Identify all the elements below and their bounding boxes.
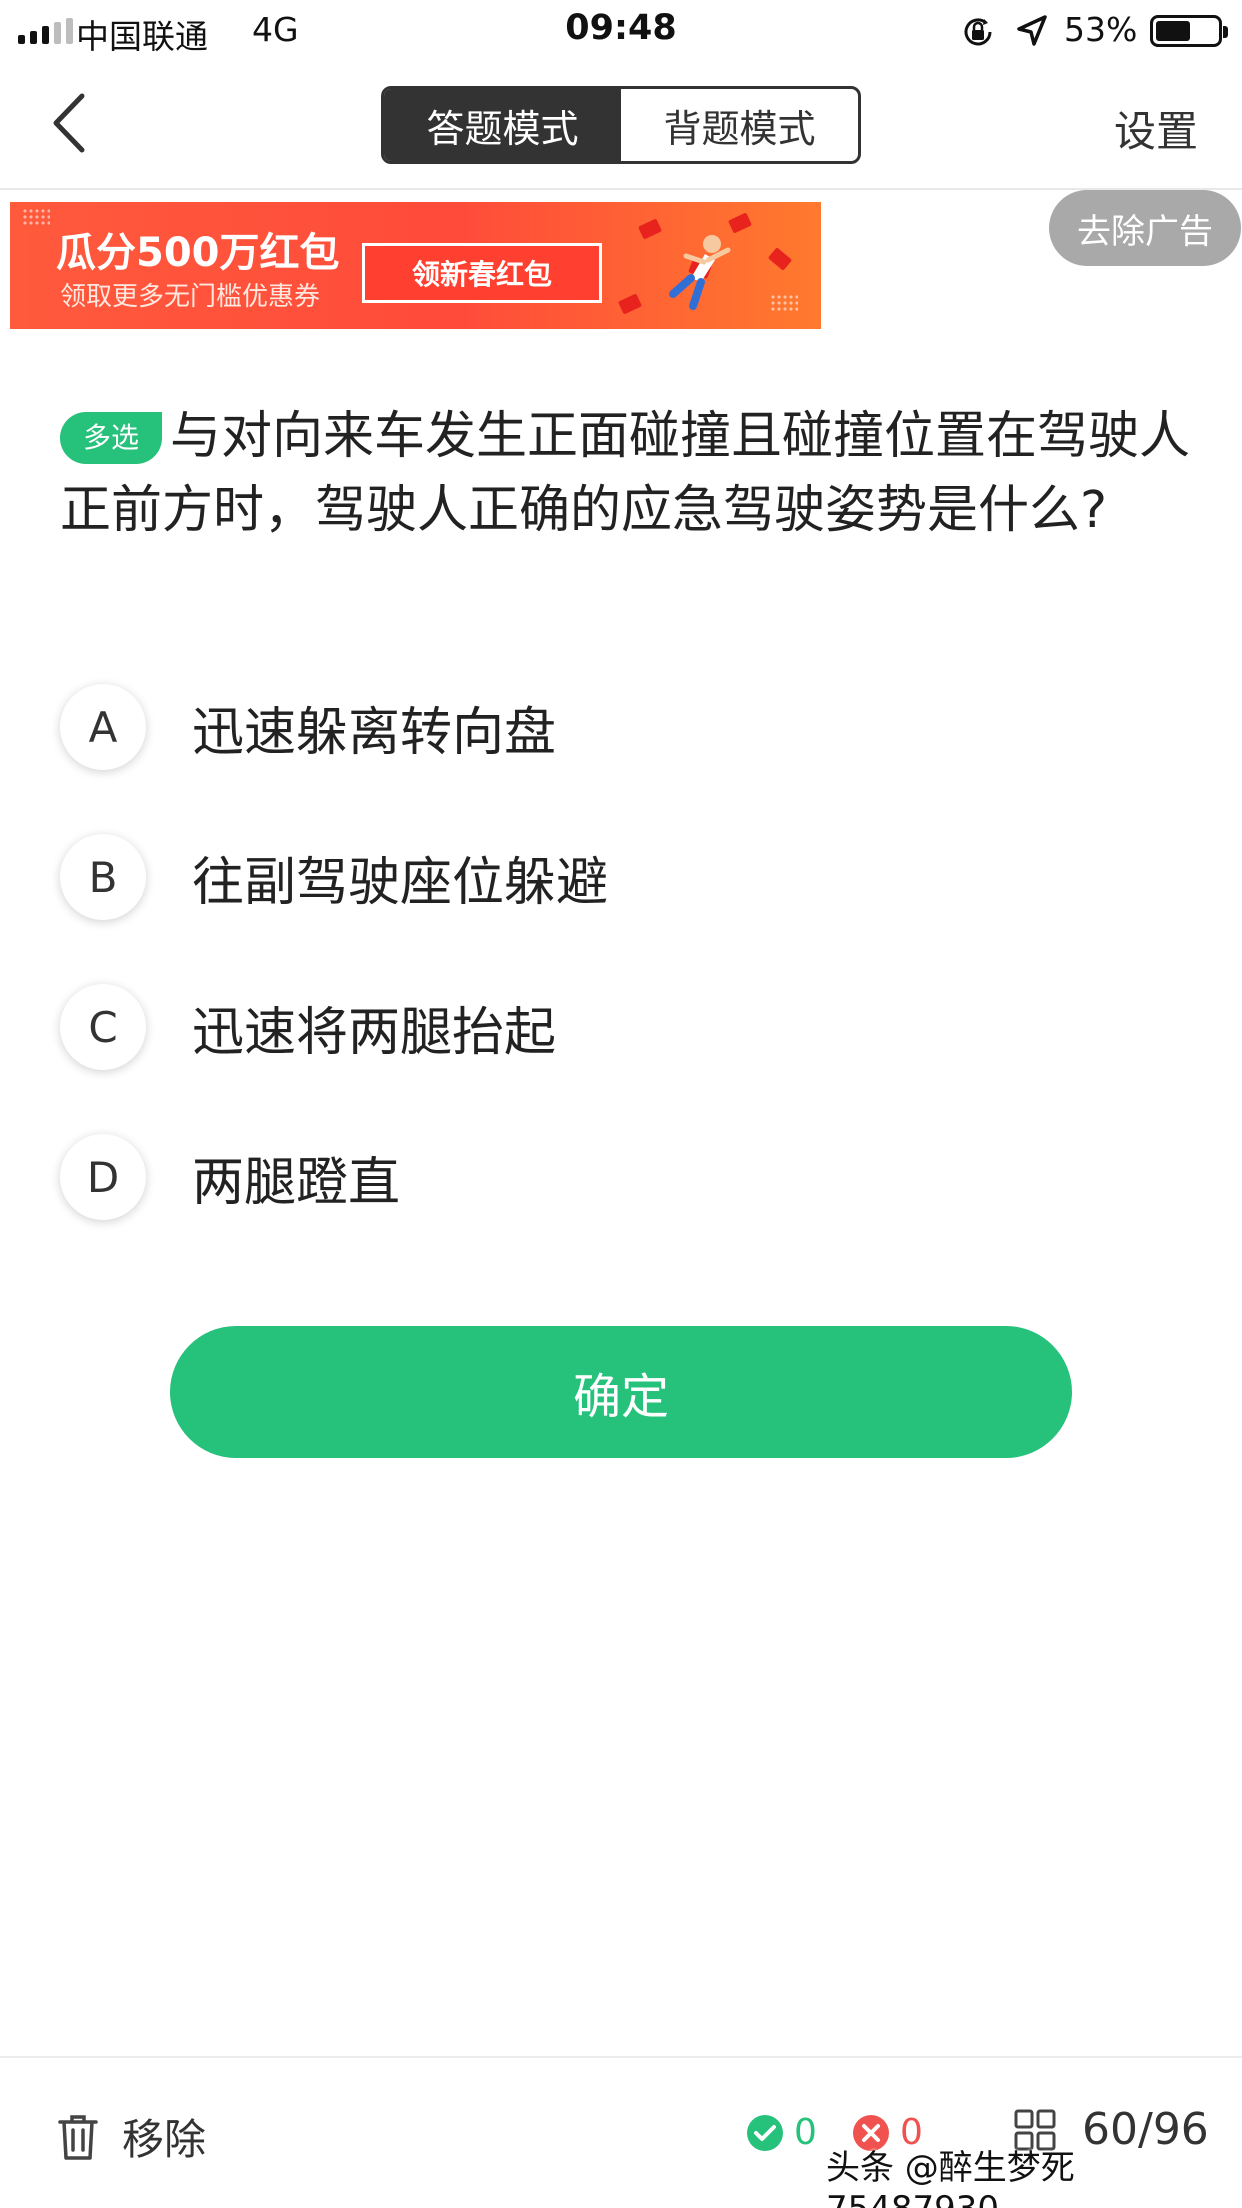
- status-bar: 中国联通 4G 09:48 53%: [0, 0, 1242, 62]
- option-letter: D: [60, 1134, 146, 1220]
- watermark: 头条 @醉生梦死75487930: [826, 2148, 1075, 2208]
- clock: 09:48: [565, 8, 677, 48]
- correct-number: 0: [794, 2112, 817, 2153]
- question-text-block: 多选 与对向来车发生正面碰撞且碰撞位置在驾驶人正前方时，驾驶人正确的应急驾驶姿势是…: [60, 400, 1190, 548]
- chevron-left-icon: [53, 93, 85, 153]
- ad-banner[interactable]: 瓜分500万红包 领取更多无门槛优惠券 领新春红包: [10, 202, 821, 329]
- settings-button[interactable]: 设置: [1114, 98, 1198, 159]
- tab-answer-mode[interactable]: 答题模式: [384, 89, 621, 161]
- red-envelope-icon: [767, 247, 793, 271]
- ad-dot-pattern: [770, 294, 798, 312]
- location-arrow-icon: [1017, 15, 1047, 46]
- ad-title: 瓜分500万红包: [56, 230, 340, 276]
- ad-subtitle: 领取更多无门槛优惠券: [60, 282, 321, 312]
- check-circle-icon: [747, 2114, 783, 2151]
- question-text: 与对向来车发生正面碰撞且碰撞位置在驾驶人正前方时，驾驶人正确的应急驾驶姿势是什么…: [60, 407, 1191, 540]
- correct-count: 0: [746, 2112, 817, 2153]
- option-letter: B: [60, 834, 146, 920]
- option-c[interactable]: C 迅速将两腿抬起: [60, 982, 1160, 1072]
- multi-choice-badge: 多选: [60, 412, 162, 464]
- option-text: 两腿蹬直: [192, 1152, 401, 1213]
- option-letter: C: [60, 984, 146, 1070]
- option-letter: A: [60, 684, 146, 770]
- ad-dot-pattern: [22, 208, 50, 226]
- confirm-button[interactable]: 确定: [170, 1326, 1072, 1458]
- remove-ad-button[interactable]: 去除广告: [1049, 190, 1241, 266]
- option-d[interactable]: D 两腿蹬直: [60, 1132, 1160, 1222]
- option-a[interactable]: A 迅速躲离转向盘: [60, 682, 1160, 772]
- option-text: 迅速躲离转向盘: [192, 702, 557, 763]
- option-text: 迅速将两腿抬起: [192, 1002, 557, 1063]
- ad-cta-button[interactable]: 领新春红包: [362, 243, 602, 303]
- battery-percent: 53%: [1064, 10, 1138, 49]
- option-text: 往副驾驶座位躲避: [192, 852, 609, 913]
- red-envelope-icon: [637, 218, 663, 240]
- battery-icon: [1150, 15, 1228, 47]
- tab-recite-mode[interactable]: 背题模式: [621, 89, 858, 161]
- remove-label: 移除: [122, 2115, 207, 2164]
- trash-icon: [58, 2114, 98, 2160]
- option-b[interactable]: B 往副驾驶座位躲避: [60, 832, 1160, 922]
- mode-toggle: 答题模式 背题模式: [381, 86, 861, 164]
- red-envelope-icon: [617, 293, 643, 315]
- back-button[interactable]: [40, 88, 100, 158]
- nav-bar: 答题模式 背题模式 设置: [0, 62, 1242, 190]
- orientation-lock-icon: [964, 18, 992, 46]
- remove-question-button[interactable]: 移除: [56, 2106, 206, 2167]
- jumping-person-illustration: [669, 235, 731, 310]
